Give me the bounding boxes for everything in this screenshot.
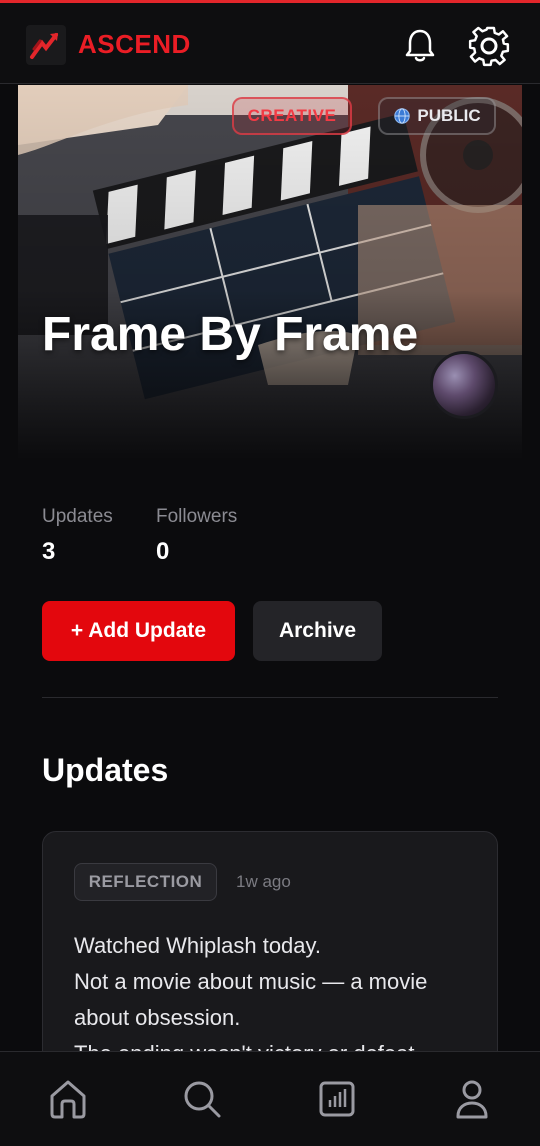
avatar[interactable]	[430, 351, 498, 419]
visibility-tag-label: PUBLIC	[417, 106, 481, 125]
stat-value: 3	[42, 538, 56, 565]
visibility-tag: PUBLIC	[378, 97, 496, 135]
gear-icon[interactable]	[464, 21, 514, 71]
stat-followers[interactable]: Followers 0	[156, 506, 237, 566]
bell-icon[interactable]	[402, 25, 438, 65]
add-update-button[interactable]: + Add Update	[42, 601, 235, 661]
archive-button[interactable]: Archive	[253, 601, 382, 661]
update-timestamp: 1w ago	[236, 872, 291, 891]
stat-updates: Updates 3	[42, 506, 113, 566]
globe-icon	[394, 108, 411, 124]
home-icon[interactable]	[48, 1078, 88, 1120]
page-title: Frame By Frame	[42, 308, 419, 361]
updates-section-title: Updates	[42, 752, 169, 788]
stat-label: Followers	[156, 506, 238, 527]
stat-label: Updates	[42, 506, 113, 527]
top-app-bar: ASCEND	[0, 0, 540, 84]
stats-icon[interactable]	[318, 1078, 358, 1120]
search-icon[interactable]	[182, 1078, 222, 1120]
bottom-navigation	[0, 1051, 540, 1146]
update-tag: REFLECTION	[74, 863, 217, 901]
hero-banner: CREATIVE PUBLIC Frame By Frame	[18, 85, 522, 460]
stat-value: 0	[156, 538, 170, 565]
ascend-logo-icon[interactable]	[26, 25, 66, 65]
profile-icon[interactable]	[452, 1078, 492, 1120]
divider	[42, 697, 498, 698]
category-tag: CREATIVE	[232, 97, 352, 135]
brand-name: ASCEND	[78, 29, 191, 59]
